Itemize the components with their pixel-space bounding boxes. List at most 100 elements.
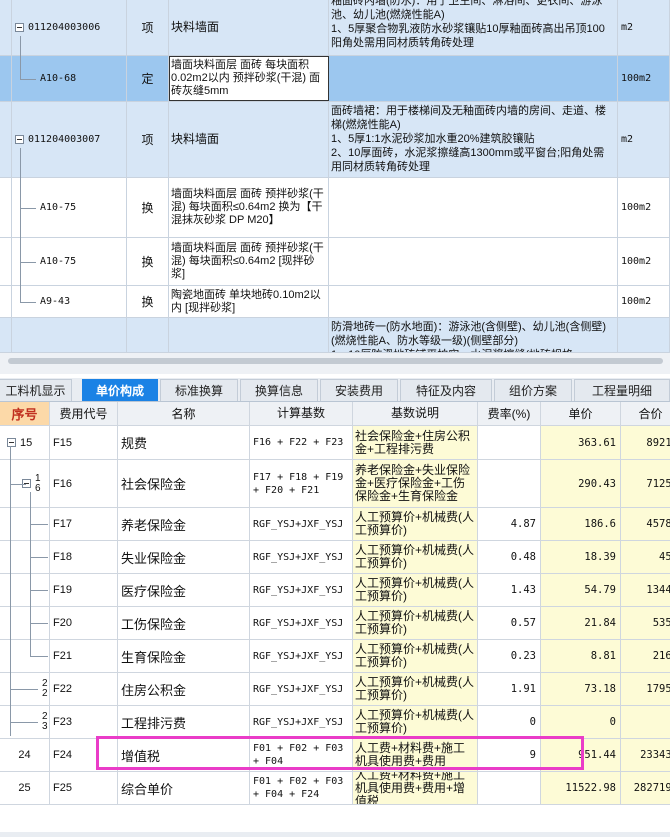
item-type-cell <box>127 318 169 352</box>
header-unit-price[interactable]: 单价 <box>541 402 621 425</box>
item-unit-cell: m2 <box>618 0 670 55</box>
quota-name-cell[interactable]: 墙面块料面层 面砖 每块面积0.02m2以内 预拌砂浆(干混) 面砖灰缝5mm <box>169 56 329 101</box>
fee-total: 1795. <box>621 673 670 705</box>
tree-line <box>10 722 38 723</box>
tree-line <box>20 302 36 303</box>
fee-row[interactable]: 2 3 F23 工程排污费 RGF_YSJ+JXF_YSJ 人工预算价+机械费(… <box>0 706 670 739</box>
horizontal-scrollbar[interactable] <box>0 352 670 374</box>
fee-code: F15 <box>50 426 118 459</box>
tab-standard-conversion[interactable]: 标准换算 <box>160 379 238 401</box>
bill-item-row[interactable]: 防滑地砖一(防水地面)：游泳池(含侧壁)、幼儿池(含侧壁)(燃烧性能A、防水等级… <box>0 318 670 352</box>
fee-rate[interactable]: 1.91 <box>478 673 541 705</box>
fee-code: F20 <box>50 607 118 639</box>
fee-row-vat[interactable]: 24 F24 增值税 F01 + F02 + F03 + F04 人工费+材料费… <box>0 739 670 772</box>
fee-name: 工程排污费 <box>118 706 250 738</box>
fee-unit-price: 21.84 <box>541 607 621 639</box>
fee-unit-price: 951.44 <box>541 739 621 771</box>
fee-row[interactable]: 1 6 F16 社会保险金 F17 + F18 + F19 + F20 + F2… <box>0 460 670 508</box>
fee-rate[interactable]: 0 <box>478 706 541 738</box>
header-base[interactable]: 计算基数 <box>250 402 353 425</box>
fee-base[interactable]: RGF_YSJ+JXF_YSJ <box>250 541 353 573</box>
fee-rate[interactable]: 0.48 <box>478 541 541 573</box>
fee-rate[interactable] <box>478 772 541 804</box>
quota-row-selected[interactable]: A10-68 定 墙面块料面层 面砖 每块面积0.02m2以内 预拌砂浆(干混)… <box>0 56 670 102</box>
fee-code: F17 <box>50 508 118 540</box>
tree-line <box>10 689 38 690</box>
fee-base[interactable]: F01 + F02 + F03 + F04 + F24 <box>250 772 353 804</box>
fee-row[interactable]: 2 2 F22 住房公积金 RGF_YSJ+JXF_YSJ 人工预算价+机械费(… <box>0 673 670 706</box>
fee-base[interactable]: RGF_YSJ+JXF_YSJ <box>250 574 353 606</box>
tree-line <box>20 208 36 209</box>
fee-unit-price: 73.18 <box>541 673 621 705</box>
fee-row[interactable]: F20 工伤保险金 RGF_YSJ+JXF_YSJ 人工预算价+机械费(人工预算… <box>0 607 670 640</box>
bill-item-row[interactable]: 011204003007 项 块料墙面 面砖墙裙：用于楼梯间及无釉面砖内墙的房间… <box>0 102 670 178</box>
tree-line <box>30 557 48 558</box>
fee-base[interactable]: RGF_YSJ+JXF_YSJ <box>250 706 353 738</box>
fee-base[interactable]: RGF_YSJ+JXF_YSJ <box>250 508 353 540</box>
fee-base[interactable]: F17 + F18 + F19 + F20 + F21 <box>250 460 353 507</box>
tab-unit-price-composition[interactable]: 单价构成 <box>82 379 158 401</box>
item-desc-cell: 釉面砖内墙(防水)：用于卫生间、淋浴间、更衣间、游泳池、幼儿池(燃烧性能A) 1… <box>329 0 618 55</box>
price-composition-grid: 序号 费用代号 名称 计算基数 基数说明 费率(%) 单价 合价 15 F15 … <box>0 402 670 832</box>
header-code[interactable]: 费用代号 <box>50 402 118 425</box>
fee-name: 增值税 <box>118 739 250 771</box>
fee-base[interactable]: RGF_YSJ+JXF_YSJ <box>250 640 353 672</box>
fee-base[interactable]: F16 + F22 + F23 <box>250 426 353 459</box>
collapse-icon[interactable] <box>7 438 16 447</box>
fee-rate[interactable]: 4.87 <box>478 508 541 540</box>
fee-name: 医疗保险金 <box>118 574 250 606</box>
fee-total: 451 <box>621 541 670 573</box>
header-total[interactable]: 合价 <box>621 402 670 425</box>
header-seq[interactable]: 序号 <box>0 402 50 425</box>
header-rate[interactable]: 费率(%) <box>478 402 541 425</box>
fee-row[interactable]: F21 生育保险金 RGF_YSJ+JXF_YSJ 人工预算价+机械费(人工预算… <box>0 640 670 673</box>
item-type-cell: 项 <box>127 0 169 55</box>
fee-base-desc: 人工费+材料费+施工机具使用费+费用+增值税 <box>353 772 478 804</box>
quota-desc-cell <box>329 238 618 285</box>
item-name-cell <box>169 318 329 352</box>
fee-rate[interactable]: 9 <box>478 739 541 771</box>
fee-base[interactable]: RGF_YSJ+JXF_YSJ <box>250 607 353 639</box>
tab-quantity-detail[interactable]: 工程量明细 <box>574 379 670 401</box>
fee-rate[interactable]: 1.43 <box>478 574 541 606</box>
fee-total <box>621 706 670 738</box>
fee-code: F22 <box>50 673 118 705</box>
tab-conversion-info[interactable]: 换算信息 <box>240 379 318 401</box>
fee-row[interactable]: 15 F15 规费 F16 + F22 + F23 社会保险金+住房公积金+工程… <box>0 426 670 460</box>
fee-rate[interactable]: 0.23 <box>478 640 541 672</box>
fee-code: F25 <box>50 772 118 804</box>
fee-row[interactable]: F19 医疗保险金 RGF_YSJ+JXF_YSJ 人工预算价+机械费(人工预算… <box>0 574 670 607</box>
fee-rate[interactable] <box>478 426 541 459</box>
tab-installation-fee[interactable]: 安装费用 <box>320 379 398 401</box>
header-name[interactable]: 名称 <box>118 402 250 425</box>
fee-unit-price: 11522.98 <box>541 772 621 804</box>
fee-base-desc: 人工预算价+机械费(人工预算价) <box>353 508 478 540</box>
tab-material-display[interactable]: 工料机显示 <box>0 379 72 401</box>
grid-header-row: 序号 费用代号 名称 计算基数 基数说明 费率(%) 单价 合价 <box>0 402 670 426</box>
fee-row-total[interactable]: 25 F25 综合单价 F01 + F02 + F03 + F04 + F24 … <box>0 772 670 805</box>
collapse-icon[interactable] <box>15 135 24 144</box>
fee-rate[interactable] <box>478 460 541 507</box>
quota-row[interactable]: A10-75 换 墙面块料面层 面砖 预拌砂浆(干混) 每块面积≤0.64m2 … <box>0 238 670 286</box>
fee-base[interactable]: RGF_YSJ+JXF_YSJ <box>250 673 353 705</box>
quota-row[interactable]: A10-75 换 墙面块料面层 面砖 预拌砂浆(干混) 每块面积≤0.64m2 … <box>0 178 670 238</box>
tab-pricing-scheme[interactable]: 组价方案 <box>494 379 572 401</box>
item-unit-cell: m2 <box>618 102 670 177</box>
fee-code: F21 <box>50 640 118 672</box>
fee-base[interactable]: F01 + F02 + F03 + F04 <box>250 739 353 771</box>
fee-rate[interactable]: 0.57 <box>478 607 541 639</box>
quota-row[interactable]: A9-43 换 陶瓷地面砖 单块地砖0.10m2以内 [现拌砂浆] 100m2 <box>0 286 670 318</box>
bill-item-row[interactable]: 011204003006 项 块料墙面 釉面砖内墙(防水)：用于卫生间、淋浴间、… <box>0 0 670 56</box>
fee-base-desc: 人工预算价+机械费(人工预算价) <box>353 607 478 639</box>
header-base-desc[interactable]: 基数说明 <box>353 402 478 425</box>
bottom-scrollbar[interactable] <box>0 832 670 837</box>
fee-row[interactable]: F17 养老保险金 RGF_YSJ+JXF_YSJ 人工预算价+机械费(人工预算… <box>0 508 670 541</box>
fee-base-desc: 人工预算价+机械费(人工预算价) <box>353 541 478 573</box>
fee-name: 生育保险金 <box>118 640 250 672</box>
scrollbar-thumb[interactable] <box>8 358 663 364</box>
quota-type-cell: 换 <box>127 238 169 285</box>
collapse-icon[interactable] <box>15 23 24 32</box>
fee-row[interactable]: F18 失业保险金 RGF_YSJ+JXF_YSJ 人工预算价+机械费(人工预算… <box>0 541 670 574</box>
fee-code: F19 <box>50 574 118 606</box>
tab-features-content[interactable]: 特征及内容 <box>400 379 492 401</box>
